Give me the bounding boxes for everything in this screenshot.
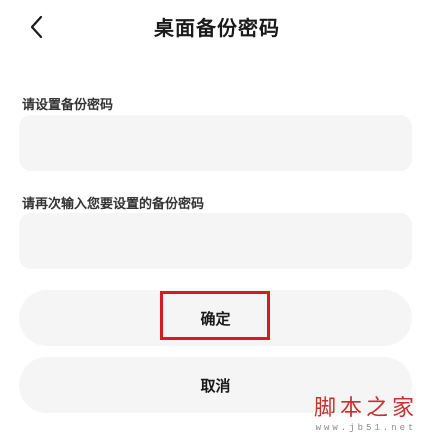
confirm-button[interactable]: 确定	[19, 290, 412, 346]
header-bar: 桌面备份密码	[0, 0, 434, 52]
password-label: 请设置备份密码	[22, 98, 114, 113]
cancel-button-label: 取消	[200, 376, 231, 395]
backup-password-screen: 桌面备份密码 请设置备份密码 请再次输入您要设置的备份密码 确定 取消 脚本之家…	[0, 0, 434, 446]
password-input[interactable]	[19, 115, 412, 171]
confirm-password-input[interactable]	[19, 213, 412, 269]
confirm-password-label: 请再次输入您要设置的备份密码	[22, 197, 205, 212]
watermark-url: www.jb51.net	[315, 423, 417, 433]
cancel-button[interactable]: 取消	[19, 357, 412, 413]
confirm-button-label: 确定	[200, 309, 231, 328]
page-title: 桌面备份密码	[154, 16, 280, 40]
